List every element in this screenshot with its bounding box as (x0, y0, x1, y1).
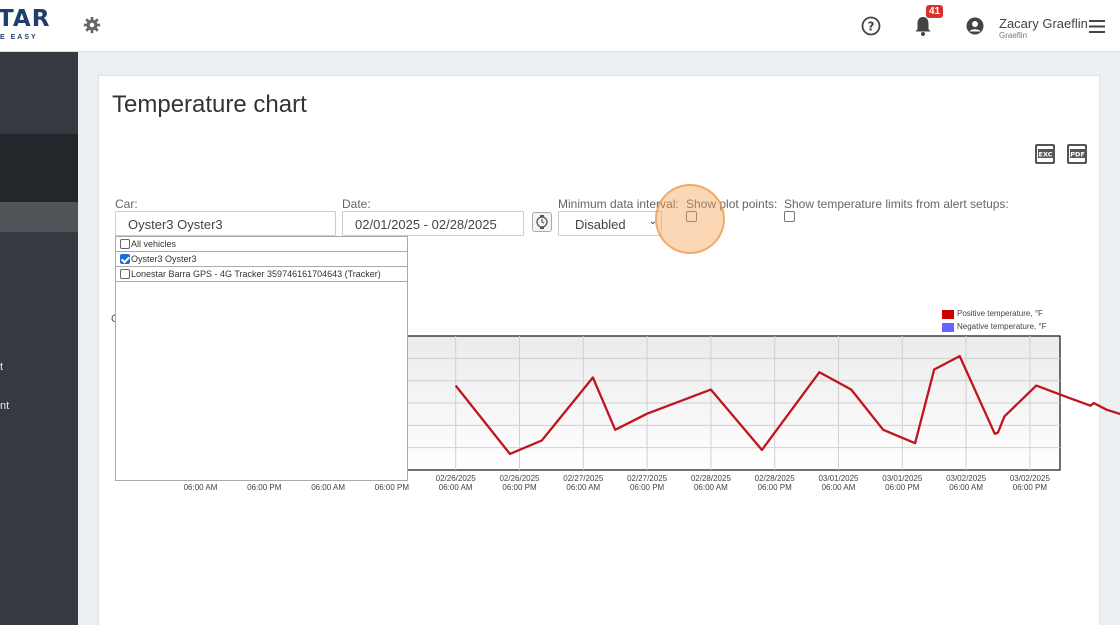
sidebar-section[interactable] (0, 134, 78, 202)
x-tick-time: 06:00 PM (502, 483, 537, 492)
x-tick-time: 06:00 AM (438, 483, 473, 492)
x-tick-time: 06:00 AM (949, 483, 983, 492)
pdf-export-label: PDF (1070, 151, 1085, 159)
x-tick-date: 03/01/2025 (882, 474, 923, 483)
x-tick-date: 02/28/2025 (754, 474, 795, 483)
vehicle-option-label: Oyster3 Oyster3 (131, 254, 197, 264)
x-tick-date: 02/28/2025 (690, 474, 731, 483)
x-tick-time: 06:00 PM (757, 483, 792, 492)
x-tick-label: 03/02/2025 06:00 PM (1000, 474, 1060, 492)
bell-icon[interactable] (914, 16, 932, 36)
user-name[interactable]: Zacary Graeflin (999, 16, 1088, 31)
clock-icon (536, 215, 548, 229)
date-range-input[interactable]: 02/01/2025 - 02/28/2025 (342, 211, 524, 236)
x-tick-time: 06:00 PM (374, 483, 410, 492)
interval-select[interactable]: Disabled ⌄ (558, 211, 662, 236)
help-icon[interactable]: ? (861, 16, 881, 36)
time-picker-button[interactable] (532, 212, 552, 232)
x-tick-date: 02/26/2025 (499, 474, 540, 483)
x-tick-date: 03/02/2025 (946, 474, 987, 483)
car-select[interactable]: Oyster3 Oyster3 (115, 211, 336, 236)
vehicle-option-checkbox[interactable] (120, 254, 130, 264)
x-tick-time: 06:00 PM (885, 483, 920, 492)
excel-export-label: EXC (1039, 151, 1053, 159)
vehicle-option-label: All vehicles (131, 239, 177, 249)
sidebar: t nt (0, 52, 78, 625)
temp-limits-label: Show temperature limits from alert setup… (784, 197, 1009, 211)
x-tick-label: 02/27/2025 06:00 AM (553, 474, 613, 492)
vehicle-option[interactable]: Oyster3 Oyster3 (116, 252, 407, 267)
gear-icon[interactable] (83, 16, 101, 34)
x-tick-label: 02/27/2025 06:00 PM (617, 474, 677, 492)
car-label: Car: (115, 197, 138, 211)
sidebar-item-label[interactable]: nt (0, 400, 9, 412)
interval-value: Disabled (575, 217, 626, 232)
x-tick-date: 02/27/2025 (627, 474, 668, 483)
logo[interactable]: TAR (0, 6, 50, 32)
x-tick-time: 06:00 PM (1012, 483, 1048, 492)
legend-label: Positive temperature, °F (957, 309, 1043, 318)
x-tick-time: 06:00 AM (311, 483, 345, 492)
vehicle-option[interactable]: All vehicles (116, 237, 407, 252)
hamburger-menu-icon[interactable] (1089, 20, 1105, 33)
vehicle-option-label: Lonestar Barra GPS - 4G Tracker 35974616… (131, 269, 381, 279)
vehicle-option-checkbox[interactable] (120, 269, 130, 279)
vehicle-option[interactable]: Lonestar Barra GPS - 4G Tracker 35974616… (116, 267, 407, 282)
excel-export-icon[interactable]: EXC (1034, 143, 1056, 165)
sidebar-item-label[interactable]: t (0, 361, 3, 373)
x-tick-label: 02/26/2025 06:00 PM (490, 474, 550, 492)
pdf-export-icon[interactable]: PDF (1066, 143, 1088, 165)
x-tick-date: 03/01/2025 (818, 474, 859, 483)
x-tick-label: 03/02/2025 06:00 AM (936, 474, 996, 492)
x-tick-label: 02/26/2025 06:00 AM (426, 474, 486, 492)
logo-tagline: E EASY (0, 34, 38, 41)
x-tick-label: 02/28/2025 06:00 PM (745, 474, 805, 492)
svg-text:?: ? (868, 20, 875, 34)
temp-limits-checkbox[interactable] (784, 211, 795, 222)
notification-badge: 41 (926, 5, 944, 18)
x-tick-time: 06:00 AM (821, 483, 856, 492)
user-avatar-icon[interactable] (966, 17, 984, 35)
user-account: Graeflin (999, 31, 1028, 40)
x-tick-date: 02/26/2025 (435, 474, 476, 483)
vehicle-dropdown-list[interactable]: All vehicles Oyster3 Oyster3 Lonestar Barr… (115, 236, 408, 481)
x-tick-time: 06:00 AM (183, 483, 218, 492)
x-tick-label: 03/01/2025 06:00 AM (809, 474, 869, 492)
x-tick-time: 06:00 AM (693, 483, 728, 492)
sidebar-item-active[interactable] (0, 202, 78, 232)
top-bar: TAR E EASY ? 41 Zacary Graeflin Graeflin (0, 0, 1120, 52)
click-highlight (655, 184, 725, 254)
x-tick-date: 02/27/2025 (563, 474, 604, 483)
x-tick-date: 03/02/2025 (1009, 474, 1050, 483)
x-tick-time: 06:00 AM (566, 483, 601, 492)
date-label: Date: (342, 197, 371, 211)
legend-swatch (942, 323, 954, 332)
x-tick-label: 02/28/2025 06:00 AM (681, 474, 741, 492)
vehicle-option-checkbox[interactable] (120, 239, 130, 249)
page-title: Temperature chart (112, 91, 307, 118)
x-tick-time: 06:00 PM (247, 483, 282, 492)
x-tick-time: 06:00 PM (629, 483, 665, 492)
legend-label: Negative temperature, °F (957, 322, 1047, 331)
x-tick-label: 03/01/2025 06:00 PM (872, 474, 932, 492)
legend-swatch (942, 310, 954, 319)
